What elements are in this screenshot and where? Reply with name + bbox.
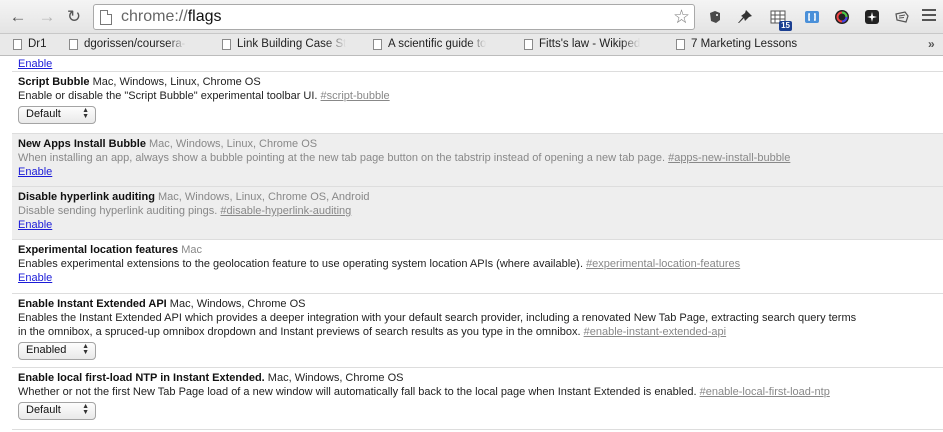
extension-badge-count: 15 bbox=[779, 21, 792, 31]
flag-anchor-link[interactable]: #apps-new-install-bubble bbox=[668, 152, 790, 164]
select-value: Default bbox=[26, 108, 61, 120]
bookmark-item[interactable]: Dr1 bbox=[13, 38, 63, 50]
omnibox-url[interactable]: chrome://flags bbox=[121, 8, 221, 26]
page-icon bbox=[100, 10, 112, 25]
bookmarks-bar: Dr1 dgorissen/coursera- Link Building Ca… bbox=[0, 34, 943, 56]
enable-link[interactable]: Enable bbox=[18, 218, 52, 232]
url-path: flags bbox=[187, 8, 222, 25]
flag-anchor-link[interactable]: #enable-instant-extended-api bbox=[584, 326, 727, 338]
bookmark-page-icon bbox=[676, 38, 685, 50]
bookmark-item[interactable]: 7 Marketing Lessons bbox=[676, 38, 816, 50]
bookmark-item[interactable]: dgorissen/coursera- bbox=[69, 38, 204, 50]
bookmark-page-icon bbox=[222, 38, 231, 50]
flag-state-select[interactable]: Enabled ▲ ▼ bbox=[18, 342, 96, 360]
tag-stamp-icon[interactable] bbox=[892, 7, 912, 27]
flag-description: When installing an app, always show a bu… bbox=[18, 152, 666, 164]
chrome-menu-icon[interactable] bbox=[922, 9, 936, 24]
select-value: Enabled bbox=[26, 344, 67, 356]
evernote-elephant-icon[interactable] bbox=[705, 7, 725, 27]
flag-experiment-row: Script Bubble Mac, Windows, Linux, Chrom… bbox=[12, 72, 943, 134]
flag-title: Enable local first-load NTP in Instant E… bbox=[18, 372, 265, 384]
flag-experiment-row: New Apps Install Bubble Mac, Windows, Li… bbox=[12, 134, 943, 187]
enable-link[interactable]: Enable bbox=[18, 165, 52, 179]
flag-title: Disable hyperlink auditing bbox=[18, 191, 155, 203]
bookmark-item[interactable]: A scientific guide to bbox=[373, 38, 508, 50]
flag-anchor-link[interactable]: #enable-local-first-load-ntp bbox=[700, 386, 830, 398]
flag-experiment-row: Enable bbox=[12, 56, 943, 72]
bookmark-page-icon bbox=[373, 38, 382, 50]
bookmark-page-icon bbox=[69, 38, 78, 50]
puzzle-extension-icon[interactable] bbox=[862, 7, 882, 27]
reload-icon[interactable]: ↻ bbox=[64, 7, 84, 27]
select-arrows-icon: ▲ ▼ bbox=[82, 107, 89, 120]
bookmarks-overflow-chevron-icon[interactable]: » bbox=[928, 37, 935, 51]
enable-link[interactable]: Enable bbox=[18, 271, 52, 285]
flag-experiment-row: Experimental location features Mac Enabl… bbox=[12, 240, 943, 294]
flag-state-select[interactable]: Default ▲ ▼ bbox=[18, 106, 96, 124]
flag-experiment-row: Enable Instant Extended API Mac, Windows… bbox=[12, 294, 943, 368]
url-scheme: chrome:// bbox=[121, 8, 188, 25]
select-value: Default bbox=[26, 404, 61, 416]
bookmark-page-icon bbox=[524, 38, 533, 50]
flags-list: Enable Script Bubble Mac, Windows, Linux… bbox=[0, 56, 943, 432]
flag-description: Enable or disable the "Script Bubble" ex… bbox=[18, 90, 318, 102]
flag-description: Whether or not the first New Tab Page lo… bbox=[18, 386, 697, 398]
enable-link[interactable]: Enable bbox=[18, 57, 52, 71]
bracket-box-icon[interactable] bbox=[802, 7, 822, 27]
flag-description: in the omnibox, a spruced-up omnibox dro… bbox=[18, 326, 581, 338]
flag-platforms: Mac, Windows, Linux, Chrome OS, Android bbox=[157, 191, 370, 203]
flag-title: Enable Instant Extended API bbox=[18, 298, 167, 310]
color-wheel-icon[interactable] bbox=[832, 7, 852, 27]
bookmark-item[interactable]: Link Building Case St bbox=[222, 38, 359, 50]
flag-platforms: Mac bbox=[181, 244, 203, 256]
flag-description: Enables the Instant Extended API which p… bbox=[18, 312, 857, 324]
browser-toolbar: ← → ↻ chrome://flags ☆ 15 bbox=[0, 0, 943, 34]
flag-platforms: Mac, Windows, Chrome OS bbox=[267, 372, 404, 384]
flag-experiment-row: Enable local first-load NTP in Instant E… bbox=[12, 368, 943, 430]
flag-platforms: Mac, Windows, Chrome OS bbox=[169, 298, 306, 310]
forward-arrow-icon[interactable]: → bbox=[37, 7, 57, 27]
bookmark-page-icon bbox=[13, 38, 22, 50]
select-arrows-icon: ▲ ▼ bbox=[82, 343, 89, 356]
flag-state-select[interactable]: Default ▲ ▼ bbox=[18, 402, 96, 420]
flag-title: New Apps Install Bubble bbox=[18, 138, 146, 150]
flag-platforms: Mac, Windows, Linux, Chrome OS bbox=[149, 138, 318, 150]
flag-description: Disable sending hyperlink auditing pings… bbox=[18, 205, 218, 217]
calendar-grid-icon[interactable]: 15 bbox=[768, 7, 792, 31]
flag-title: Experimental location features bbox=[18, 244, 179, 256]
select-arrows-icon: ▲ ▼ bbox=[82, 403, 89, 416]
flag-anchor-link[interactable]: #script-bubble bbox=[321, 90, 390, 102]
omnibox[interactable]: chrome://flags ☆ bbox=[93, 4, 695, 30]
flag-anchor-link[interactable]: #disable-hyperlink-auditing bbox=[220, 205, 351, 217]
flag-title: Script Bubble bbox=[18, 76, 90, 88]
flag-description: Enables experimental extensions to the g… bbox=[18, 258, 583, 270]
back-arrow-icon[interactable]: ← bbox=[8, 7, 28, 27]
flag-anchor-link[interactable]: #experimental-location-features bbox=[586, 258, 740, 270]
bookmark-item[interactable]: Fitts's law - Wikiped bbox=[524, 38, 659, 50]
flag-experiment-row: Disable hyperlink auditing Mac, Windows,… bbox=[12, 187, 943, 240]
bookmark-star-icon[interactable]: ☆ bbox=[673, 6, 690, 29]
flag-platforms: Mac, Windows, Linux, Chrome OS bbox=[92, 76, 261, 88]
pushpin-icon[interactable] bbox=[735, 7, 755, 27]
